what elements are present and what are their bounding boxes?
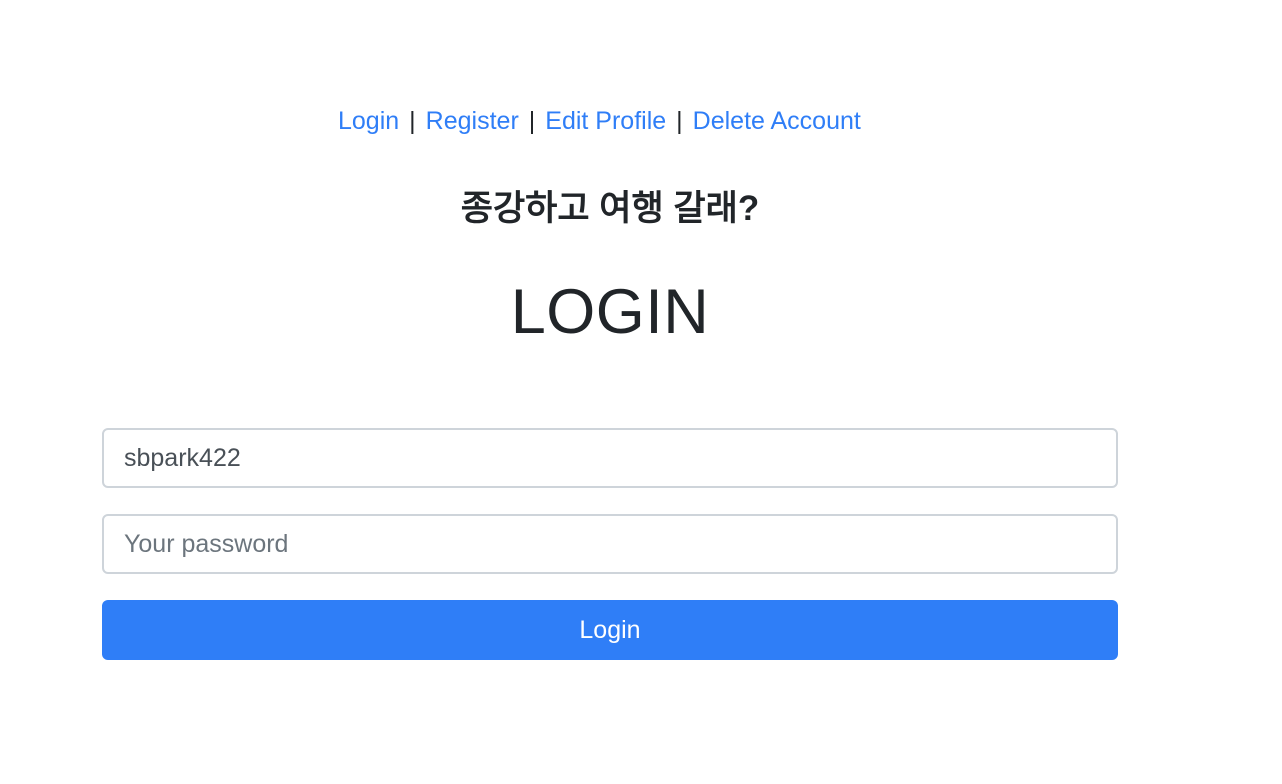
top-navigation: Login | Register | Edit Profile | Delete… bbox=[338, 104, 861, 138]
nav-link-register[interactable]: Register bbox=[426, 107, 519, 136]
login-form: Login bbox=[102, 428, 1118, 660]
nav-separator: | bbox=[409, 106, 416, 135]
password-input[interactable] bbox=[102, 514, 1118, 574]
nav-separator: | bbox=[528, 106, 536, 135]
nav-link-login[interactable]: Login bbox=[338, 107, 399, 136]
nav-link-edit-profile[interactable]: Edit Profile bbox=[545, 107, 666, 136]
nav-separator: | bbox=[676, 106, 683, 135]
page-title: LOGIN bbox=[510, 277, 710, 347]
login-button[interactable]: Login bbox=[102, 600, 1118, 660]
nav-link-delete-account[interactable]: Delete Account bbox=[693, 107, 861, 136]
login-page: Login | Register | Edit Profile | Delete… bbox=[0, 0, 1282, 784]
username-input[interactable] bbox=[102, 428, 1118, 488]
page-subtitle: 종강하고 여행 갈래? bbox=[460, 189, 760, 228]
